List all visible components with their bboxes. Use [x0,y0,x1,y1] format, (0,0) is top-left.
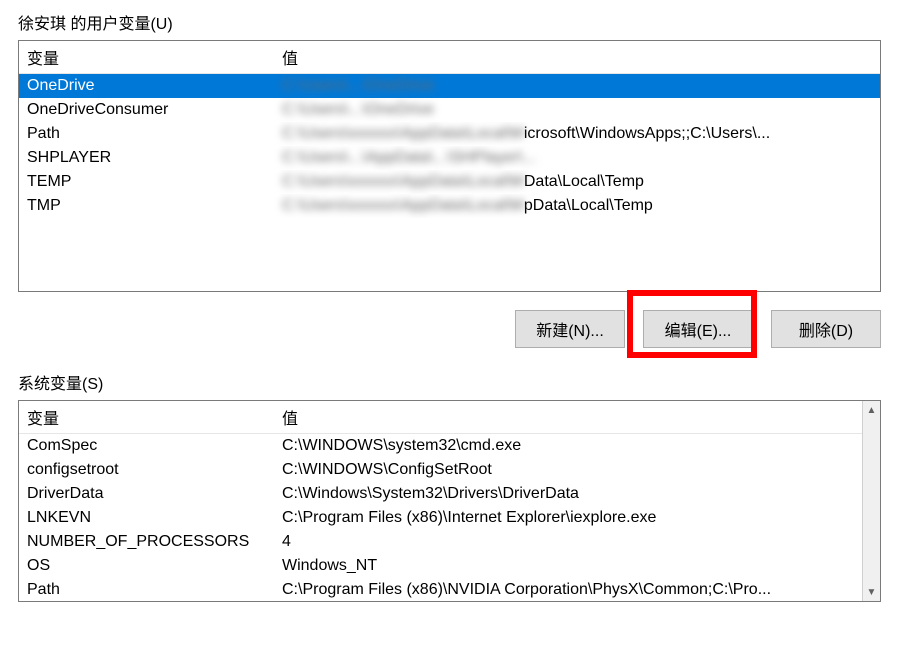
variable-name-cell: NUMBER_OF_PROCESSORS [19,530,274,554]
variable-value-cell: C:\Program Files (x86)\Internet Explorer… [274,506,862,530]
column-header-variable[interactable]: 变量 [19,401,274,434]
variable-value-cell: C:\Windows\System32\Drivers\DriverData [274,482,862,506]
table-row[interactable]: configsetrootC:\WINDOWS\ConfigSetRoot [19,458,862,482]
variable-name-cell: TEMP [19,170,274,194]
variable-name-cell: Path [19,578,274,601]
variable-value-cell: C:\WINDOWS\system32\cmd.exe [274,434,862,459]
environment-variables-dialog: 徐安琪 的用户变量(U) 变量 值 OneDriveC:\Users\...\O… [18,10,881,602]
column-header-variable[interactable]: 变量 [19,41,274,74]
variable-name-cell: LNKEVN [19,506,274,530]
variable-value-cell: C:\WINDOWS\ConfigSetRoot [274,458,862,482]
variable-value-cell: C:\Users\xxxxxx\AppData\Local\MData\Loca… [274,170,880,194]
variable-name-cell: TMP [19,194,274,218]
system-variables-table[interactable]: 变量 值 ComSpecC:\WINDOWS\system32\cmd.exec… [19,401,862,601]
scroll-down-icon[interactable]: ▼ [863,583,880,601]
delete-button[interactable]: 删除(D) [771,310,881,348]
table-row[interactable]: DriverDataC:\Windows\System32\Drivers\Dr… [19,482,862,506]
table-row[interactable]: SHPLAYERC:\Users\...\AppData\...\SHPlaye… [19,146,880,170]
table-row[interactable]: ComSpecC:\WINDOWS\system32\cmd.exe [19,434,862,459]
variable-value-cell: C:\Users\...\OneDrive [274,74,880,99]
new-button[interactable]: 新建(N)... [515,310,625,348]
variable-value-cell: C:\Users\xxxxxx\AppData\Local\Microsoft\… [274,122,880,146]
vertical-scrollbar[interactable]: ▲ ▼ [862,401,880,601]
column-header-value[interactable]: 值 [274,41,880,74]
table-row[interactable]: TMPC:\Users\xxxxxx\AppData\Local\MpData\… [19,194,880,218]
user-variables-table-box: 变量 值 OneDriveC:\Users\...\OneDriveOneDri… [18,40,881,292]
scroll-up-icon[interactable]: ▲ [863,401,880,419]
table-row[interactable]: PathC:\Users\xxxxxx\AppData\Local\Micros… [19,122,880,146]
table-row[interactable]: OSWindows_NT [19,554,862,578]
table-row[interactable]: LNKEVNC:\Program Files (x86)\Internet Ex… [19,506,862,530]
variable-value-cell: C:\Users\...\AppData\...\SHPlayer\... [274,146,880,170]
table-row[interactable]: OneDriveConsumerC:\Users\...\OneDrive [19,98,880,122]
variable-name-cell: Path [19,122,274,146]
table-row[interactable]: TEMPC:\Users\xxxxxx\AppData\Local\MData\… [19,170,880,194]
column-header-value[interactable]: 值 [274,401,862,434]
table-row[interactable]: OneDriveC:\Users\...\OneDrive [19,74,880,99]
variable-value-cell: C:\Program Files (x86)\NVIDIA Corporatio… [274,578,862,601]
variable-name-cell: configsetroot [19,458,274,482]
variable-value-cell: C:\Users\...\OneDrive [274,98,880,122]
variable-name-cell: OneDrive [19,74,274,99]
table-row[interactable]: NUMBER_OF_PROCESSORS4 [19,530,862,554]
system-variables-label: 系统变量(S) [18,370,881,394]
variable-name-cell: OneDriveConsumer [19,98,274,122]
user-variables-label: 徐安琪 的用户变量(U) [18,10,881,34]
table-header-row: 变量 值 [19,41,880,74]
table-row[interactable]: PathC:\Program Files (x86)\NVIDIA Corpor… [19,578,862,601]
edit-button[interactable]: 编辑(E)... [643,310,753,348]
variable-name-cell: SHPLAYER [19,146,274,170]
variable-value-cell: 4 [274,530,862,554]
variable-name-cell: DriverData [19,482,274,506]
user-buttons-row: 新建(N)... 编辑(E)... 删除(D) [18,304,881,370]
variable-value-cell: C:\Users\xxxxxx\AppData\Local\MpData\Loc… [274,194,880,218]
table-header-row: 变量 值 [19,401,862,434]
variable-value-cell: Windows_NT [274,554,862,578]
variable-name-cell: ComSpec [19,434,274,459]
variable-name-cell: OS [19,554,274,578]
user-variables-table[interactable]: 变量 值 OneDriveC:\Users\...\OneDriveOneDri… [19,41,880,218]
system-variables-table-box: 变量 值 ComSpecC:\WINDOWS\system32\cmd.exec… [18,400,881,602]
